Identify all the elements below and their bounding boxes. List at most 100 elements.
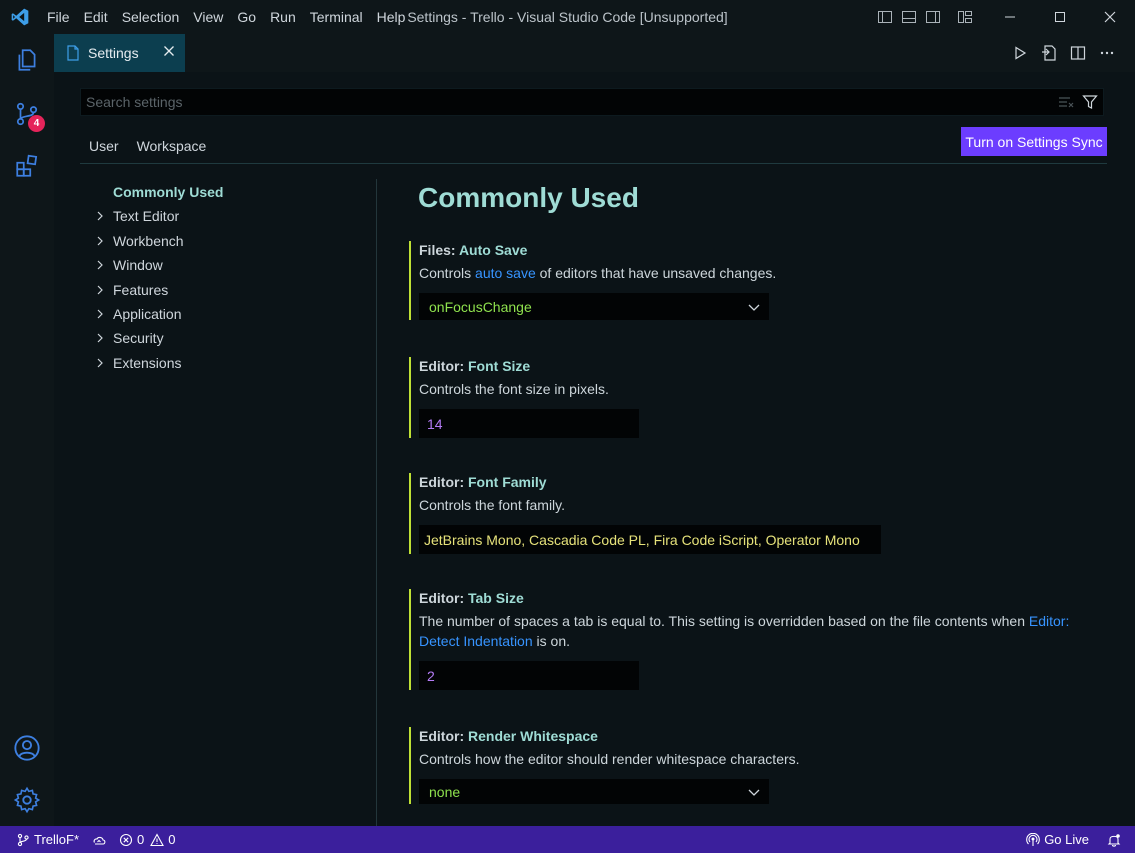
- go-live-status[interactable]: Go Live: [1020, 826, 1095, 853]
- extensions-icon[interactable]: [0, 142, 54, 190]
- toc-item-commonly-used[interactable]: Commonly Used: [80, 180, 376, 204]
- setting-editor-font-family: Editor: Font Family Controls the font fa…: [409, 473, 1089, 554]
- menu-terminal[interactable]: Terminal: [303, 0, 370, 34]
- font-family-input[interactable]: JetBrains Mono, Cascadia Code PL, Fira C…: [419, 525, 881, 554]
- setting-description: Controls the font family.: [419, 497, 566, 513]
- minimize-icon[interactable]: [985, 0, 1035, 34]
- tab-size-input[interactable]: 2: [419, 661, 639, 690]
- detect-indentation-link[interactable]: Detect Indentation: [419, 633, 533, 649]
- menu-view[interactable]: View: [186, 0, 230, 34]
- setting-description: Controls how the editor should render wh…: [419, 751, 800, 767]
- setting-editor-font-size: Editor: Font Size Controls the font size…: [409, 357, 1089, 438]
- toggle-secondary-sidebar-icon[interactable]: [921, 0, 945, 34]
- chevron-right-icon: [97, 285, 103, 294]
- toc-item-application[interactable]: Application: [80, 302, 376, 326]
- chevron-right-icon: [97, 333, 103, 343]
- git-branch-icon: [17, 833, 29, 846]
- status-bar: TrelloF* 0 0 Go Live: [0, 826, 1135, 853]
- toggle-primary-sidebar-icon[interactable]: [873, 0, 897, 34]
- accounts-icon[interactable]: [0, 724, 54, 772]
- setting-title: Editor: Font Family: [419, 473, 1089, 495]
- desc-text: The number of spaces a tab is equal to. …: [419, 613, 1029, 629]
- broadcast-icon: [1026, 832, 1040, 846]
- desc-text: Controls: [419, 265, 476, 281]
- toc-item-features[interactable]: Features: [80, 278, 376, 302]
- desc-text: of editors that have unsaved changes.: [535, 265, 777, 281]
- toc-item-label: Window: [113, 257, 163, 274]
- font-size-input[interactable]: 14: [419, 409, 639, 438]
- toc-item-label: Security: [113, 330, 164, 347]
- tab-settings[interactable]: Settings: [54, 34, 185, 72]
- editor-link[interactable]: Editor:: [1029, 613, 1069, 629]
- filter-icon[interactable]: [1081, 94, 1099, 110]
- menu-bar: File Edit Selection View Go Run Terminal…: [40, 0, 412, 34]
- setting-files-auto-save: Files: Auto Save Controls auto save of e…: [409, 241, 1089, 320]
- setting-description: Controls auto save of editors that have …: [419, 263, 1089, 283]
- open-settings-json-icon[interactable]: [1034, 34, 1063, 72]
- vscode-logo-icon[interactable]: [0, 0, 40, 34]
- menu-edit[interactable]: Edit: [77, 0, 115, 34]
- source-control-icon[interactable]: 4: [0, 90, 54, 138]
- menu-go[interactable]: Go: [230, 0, 263, 34]
- close-window-icon[interactable]: [1085, 0, 1135, 34]
- tab-user[interactable]: User: [80, 132, 128, 164]
- scope-divider: [80, 163, 1107, 164]
- setting-name: Font Family: [468, 474, 547, 490]
- desc-text: is on.: [532, 633, 570, 649]
- notifications-bell-icon[interactable]: [1101, 826, 1127, 853]
- problems-status[interactable]: 0 0: [113, 826, 181, 853]
- dropdown-value: none: [429, 783, 461, 800]
- manage-gear-icon[interactable]: [0, 776, 54, 824]
- setting-category: Editor:: [419, 358, 468, 374]
- menu-help[interactable]: Help: [370, 0, 413, 34]
- cloud-sync-icon: [93, 836, 106, 845]
- toc-item-workbench[interactable]: Workbench: [80, 229, 376, 253]
- section-title: Commonly Used: [418, 182, 639, 213]
- setting-name: Font Size: [468, 358, 531, 374]
- toc-item-security[interactable]: Security: [80, 326, 376, 350]
- toc-item-text-editor[interactable]: Text Editor: [80, 204, 376, 228]
- turn-on-settings-sync-button[interactable]: Turn on Settings Sync: [961, 127, 1107, 156]
- status-bar-right: Go Live: [1020, 826, 1127, 853]
- toc-divider: [376, 179, 377, 826]
- auto-save-dropdown[interactable]: onFocusChange: [419, 293, 769, 320]
- toc-item-label: Features: [113, 281, 169, 298]
- error-count: 0: [137, 832, 145, 847]
- customize-layout-icon[interactable]: [953, 0, 977, 34]
- menu-run[interactable]: Run: [263, 0, 303, 34]
- search-input[interactable]: [81, 89, 1041, 115]
- chevron-down-icon: [748, 304, 760, 311]
- auto-save-link[interactable]: auto save: [475, 265, 536, 281]
- menu-file[interactable]: File: [40, 0, 77, 34]
- search-settings-box: [80, 88, 1104, 116]
- branch-status[interactable]: TrelloF*: [0, 826, 85, 853]
- toc-item-window[interactable]: Window: [80, 253, 376, 277]
- setting-category: Editor:: [419, 474, 468, 490]
- menu-selection[interactable]: Selection: [115, 0, 187, 34]
- dropdown-value: onFocusChange: [429, 298, 532, 315]
- settings-scope-tabs: User Workspace: [80, 132, 215, 164]
- warning-count: 0: [168, 832, 176, 847]
- tab-workspace[interactable]: Workspace: [128, 132, 216, 164]
- more-actions-icon[interactable]: [1092, 34, 1121, 72]
- run-icon[interactable]: [1005, 34, 1034, 72]
- split-editor-icon[interactable]: [1063, 34, 1092, 72]
- sync-status[interactable]: [85, 826, 113, 853]
- file-icon: [67, 45, 79, 61]
- settings-toc: Commonly Used Text Editor Workbench Wind…: [80, 180, 376, 375]
- setting-title: Files: Auto Save: [419, 241, 1089, 263]
- activity-bar: 4: [0, 34, 54, 826]
- render-whitespace-dropdown[interactable]: none: [419, 779, 769, 804]
- setting-name: Auto Save: [458, 242, 528, 258]
- setting-name: Render Whitespace: [468, 728, 598, 744]
- setting-category: Editor:: [419, 590, 468, 606]
- toc-item-label: Extensions: [113, 354, 182, 371]
- toc-item-extensions[interactable]: Extensions: [80, 351, 376, 375]
- clear-filter-icon[interactable]: [1057, 94, 1075, 110]
- close-icon[interactable]: [161, 43, 177, 59]
- setting-title: Editor: Tab Size: [419, 589, 1089, 611]
- chevron-down-icon: [748, 789, 760, 796]
- explorer-icon[interactable]: [0, 36, 54, 84]
- maximize-icon[interactable]: [1035, 0, 1085, 34]
- toggle-panel-icon[interactable]: [897, 0, 921, 34]
